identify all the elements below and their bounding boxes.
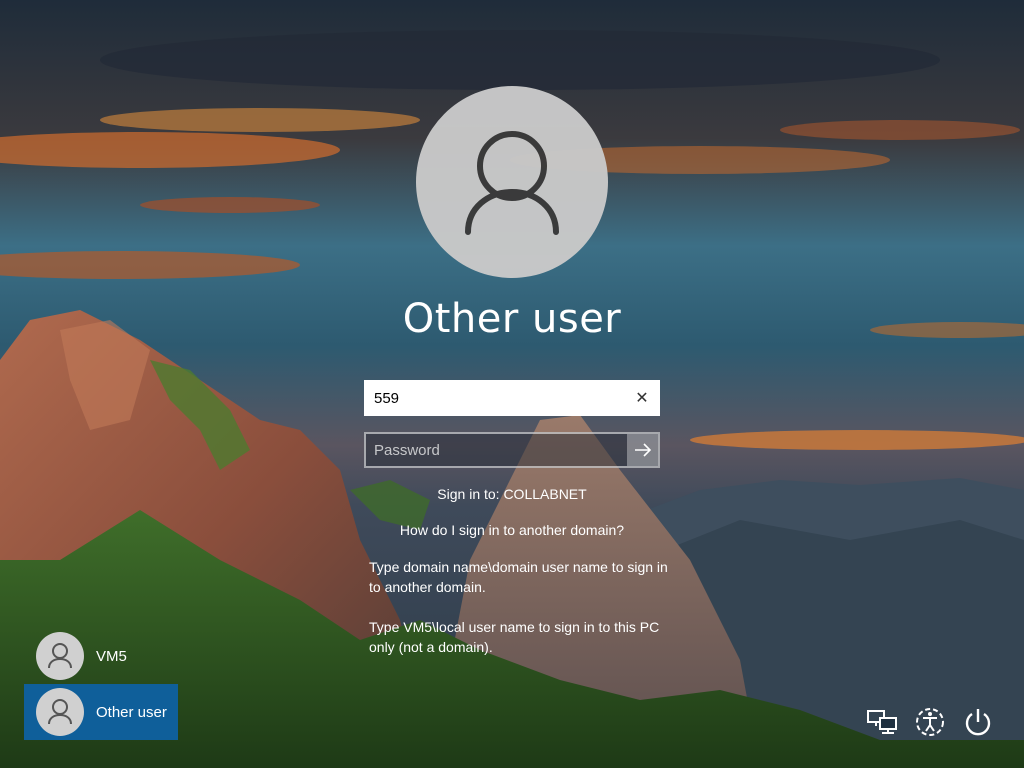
system-buttons bbox=[866, 704, 994, 740]
user-tile-other-user[interactable]: Other user bbox=[24, 684, 178, 740]
password-field-container bbox=[364, 432, 660, 468]
power-button[interactable] bbox=[962, 704, 994, 740]
user-name-title: Other user bbox=[402, 296, 622, 342]
tile-avatar bbox=[36, 688, 84, 736]
clear-button[interactable]: ✕ bbox=[625, 381, 659, 415]
sign-in-domain-label: Sign in to: COLLABNET bbox=[437, 486, 587, 502]
user-tile-name: Other user bbox=[96, 703, 167, 721]
network-icon bbox=[867, 710, 897, 734]
user-silhouette-icon bbox=[48, 699, 72, 725]
power-icon bbox=[965, 709, 991, 736]
network-button[interactable] bbox=[866, 704, 898, 740]
help-text-domain: Type domain name\domain user name to sig… bbox=[369, 559, 668, 595]
close-icon: ✕ bbox=[635, 390, 649, 407]
user-avatar bbox=[416, 86, 608, 278]
password-input[interactable] bbox=[374, 434, 624, 466]
arrow-right-icon bbox=[634, 443, 651, 457]
username-field-container: ✕ bbox=[364, 380, 660, 416]
user-tile-name: VM5 bbox=[96, 647, 127, 665]
username-input[interactable] bbox=[374, 381, 624, 415]
user-silhouette-icon bbox=[48, 643, 72, 669]
user-silhouette-icon bbox=[465, 131, 559, 235]
help-text-local: Type VM5\local user name to sign in to t… bbox=[369, 619, 660, 655]
tile-avatar bbox=[36, 632, 84, 680]
user-tile-vm5[interactable]: VM5 bbox=[24, 628, 178, 684]
ease-of-access-icon bbox=[916, 708, 944, 736]
submit-button[interactable] bbox=[627, 434, 658, 466]
help-link[interactable]: How do I sign in to another domain? bbox=[312, 522, 712, 538]
ease-of-access-button[interactable] bbox=[914, 704, 946, 740]
